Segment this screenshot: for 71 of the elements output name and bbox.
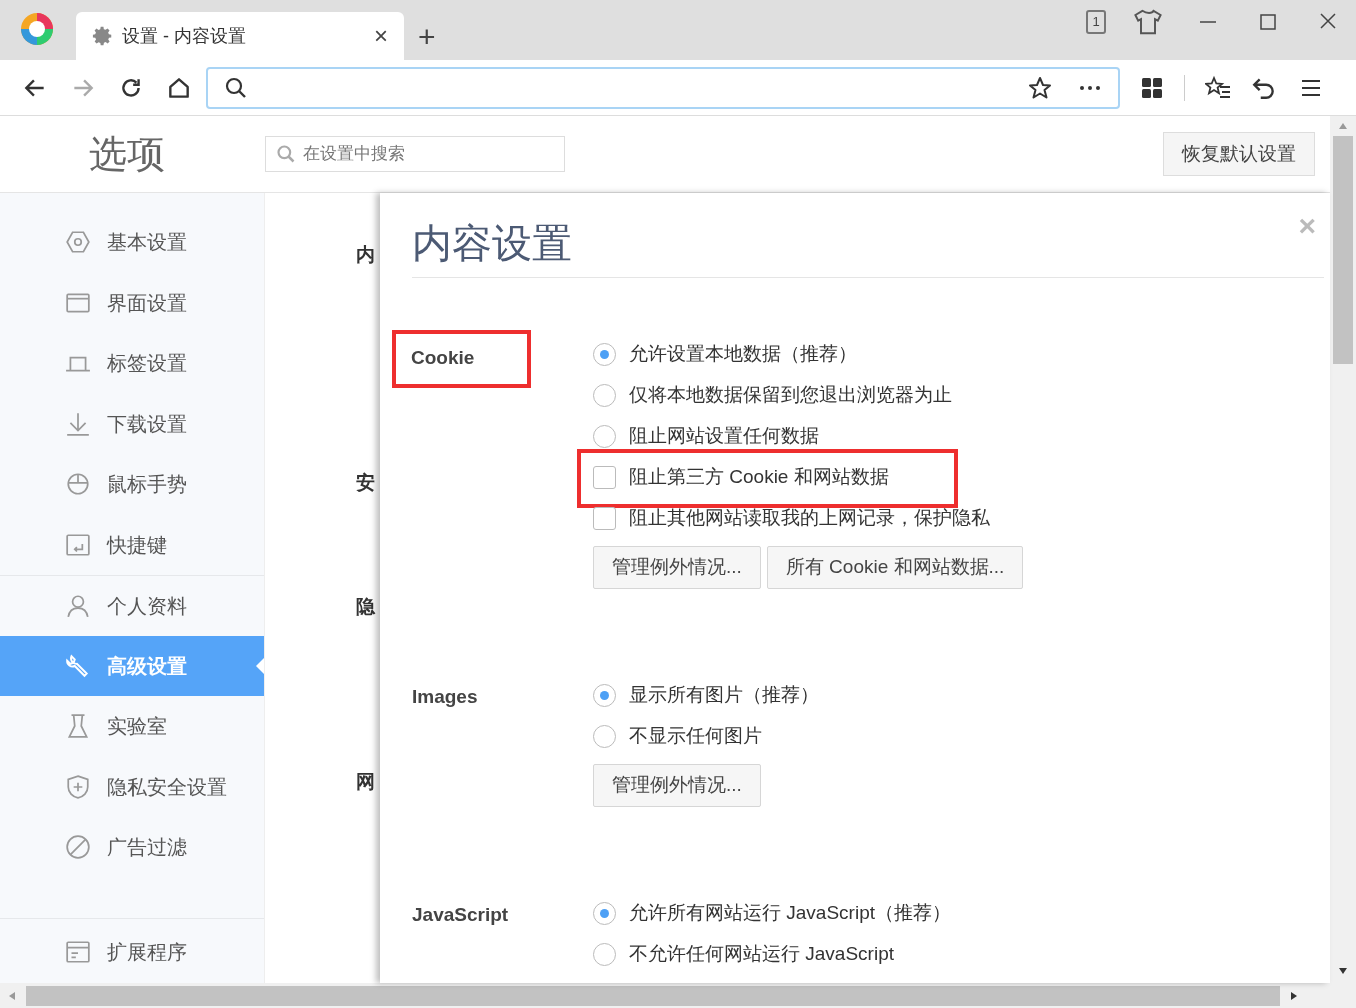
scroll-thumb[interactable] [26,985,1280,1006]
radio-button[interactable] [593,725,616,748]
flask-icon [65,713,91,740]
radio-button[interactable] [593,943,616,966]
vertical-scrollbar[interactable] [1330,116,1356,983]
sidebar-item[interactable]: 鼠标手势 [0,454,264,515]
settings-search-field[interactable]: 在设置中搜索 [265,136,565,172]
sidebar-item[interactable]: 个人资料 [0,575,264,636]
mouse-icon [65,471,91,498]
radio-button[interactable] [593,425,616,448]
dialog-title: 内容设置 [412,221,572,265]
reset-defaults-button[interactable]: 恢复默认设置 [1163,132,1315,176]
gear-icon [92,25,114,47]
section-label: Cookie [411,347,475,368]
option-label: 阻止其他网站读取我的上网记录，保护隐私 [629,506,990,531]
option-label: 阻止网站设置任何数据 [629,424,819,449]
dialog-button[interactable]: 管理例外情况... [593,546,761,589]
section-label: Images [412,685,479,709]
section-heading: 隐 [356,595,375,619]
radio-button[interactable] [593,343,616,366]
keyboard-icon [65,531,91,558]
new-tab-button[interactable]: + [418,22,436,52]
shield-icon [65,773,91,800]
favorites-list-icon[interactable] [1205,74,1231,101]
radio-button[interactable] [593,684,616,707]
scroll-down-icon[interactable] [1338,967,1348,975]
search-icon [276,144,296,164]
horizontal-scrollbar[interactable] [0,983,1356,1008]
option-label: 不显示任何图片 [629,724,762,749]
checkbox[interactable] [593,507,616,530]
option-label: 允许设置本地数据（推荐） [629,342,857,367]
section-label: JavaScript [412,903,510,927]
sidebar-item[interactable]: 下载设置 [0,393,264,454]
settings-icon [65,229,91,256]
sidebar-item[interactable]: 界面设置 [0,272,264,333]
sidebar-item[interactable]: 扩展程序 [0,921,264,982]
scroll-thumb[interactable] [1333,136,1353,364]
sidebar-item[interactable]: 快捷键 [0,514,264,575]
dialog-button[interactable]: 所有 Cookie 和网站数据... [766,546,1024,589]
radio-button[interactable] [593,384,616,407]
checkbox[interactable] [593,466,616,489]
option-label: 阻止第三方 Cookie 和网站数据 [629,465,889,490]
tab-count-badge[interactable]: 1 [1086,10,1106,34]
tab-close-button[interactable]: × [374,24,388,48]
option-label: 仅将本地数据保留到您退出浏览器为止 [629,383,952,408]
sidebar-item[interactable]: 广告过滤 [0,817,264,878]
download-icon [65,410,91,437]
section-heading: 网 [356,770,375,794]
sidebar-item[interactable]: 实验室 [0,696,264,757]
option-label: 显示所有图片（推荐） [629,683,819,708]
option-label: 不允许任何网站运行 JavaScript [629,942,894,967]
sidebar-item[interactable]: 隐私安全设置 [0,756,264,817]
star-icon[interactable] [1028,75,1052,100]
section-heading: 安 [356,471,375,495]
scroll-up-icon[interactable] [1338,122,1348,130]
dialog-button[interactable]: 管理例外情况... [593,764,761,807]
extension-icon [65,938,91,965]
browser-tab[interactable]: 设置 - 内容设置 × [76,12,404,60]
blocked-icon [65,834,91,861]
option-label: 允许所有网站运行 JavaScript（推荐） [629,901,951,926]
sidebar-item[interactable]: 基本设置 [0,212,264,273]
section-heading: 内 [356,243,375,267]
radio-button[interactable] [593,902,616,925]
wrench-icon [65,652,91,679]
apps-icon[interactable] [1140,75,1164,100]
person-icon [65,592,91,619]
page-title: 选项 [88,131,166,177]
sidebar-item[interactable]: 标签设置 [0,333,264,394]
tab-title: 设置 - 内容设置 [122,24,247,48]
search-icon [224,75,248,100]
browser-logo[interactable] [20,12,54,46]
